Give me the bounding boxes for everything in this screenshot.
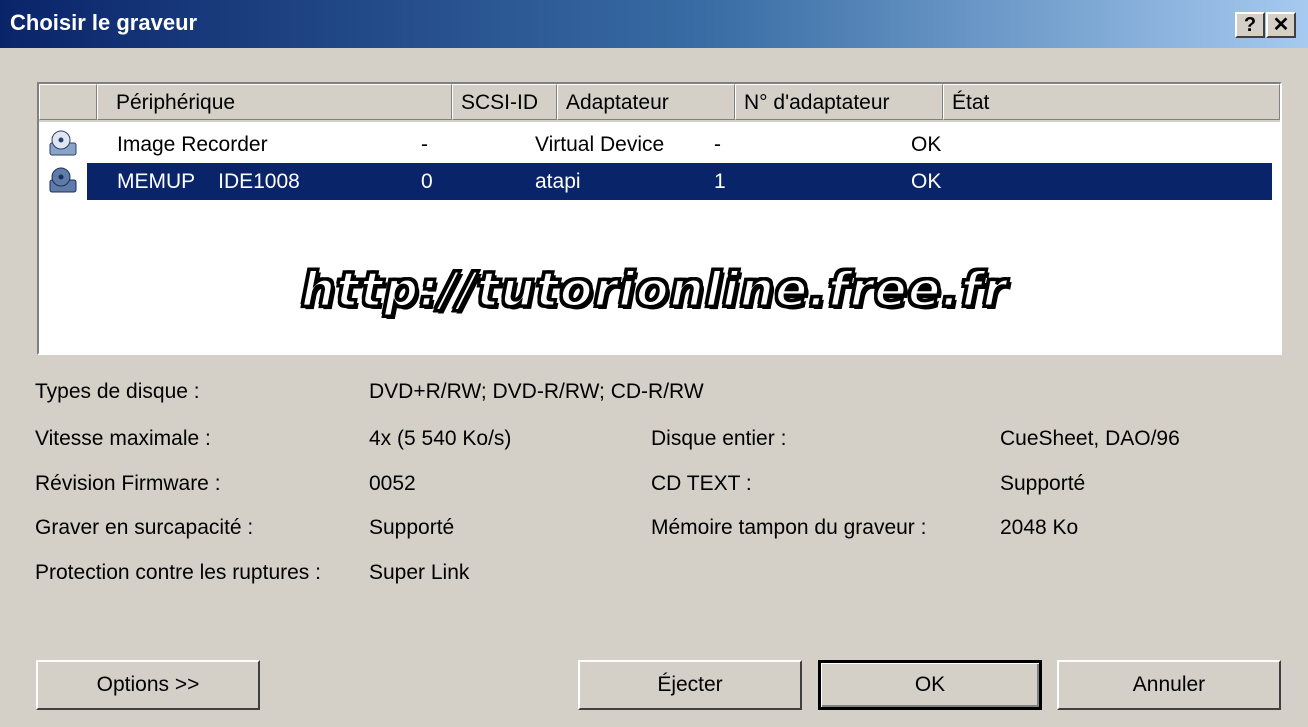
table-row[interactable]: MEMUP IDE1008 0 atapi 1 OK — [39, 163, 1280, 200]
underrun-label: Protection contre les ruptures : — [35, 561, 321, 584]
device-name: Image Recorder — [117, 133, 268, 156]
whole-disc-value: CueSheet, DAO/96 — [1000, 427, 1180, 450]
adapter-no: - — [714, 133, 721, 156]
firmware-value: 0052 — [369, 472, 416, 495]
ok-button[interactable]: OK — [818, 660, 1042, 710]
buffer-label: Mémoire tampon du graveur : — [651, 516, 927, 539]
overburn-value: Supporté — [369, 516, 455, 539]
device-name: MEMUP IDE1008 — [117, 170, 300, 193]
disc-types-label: Types de disque : — [35, 380, 200, 403]
cancel-button[interactable]: Annuler — [1057, 660, 1281, 710]
watermark: http://tutorionline.free.fr — [299, 261, 1008, 320]
header-scsi-id[interactable]: SCSI-ID — [452, 84, 557, 120]
drive-icon — [49, 167, 77, 193]
close-button[interactable]: ✕ — [1266, 12, 1296, 38]
header-device[interactable]: Périphérique — [97, 84, 452, 120]
close-icon: ✕ — [1272, 14, 1290, 36]
adapter-no: 1 — [714, 170, 726, 193]
header-adapter[interactable]: Adaptateur — [557, 84, 735, 120]
state: OK — [911, 170, 942, 193]
options-button[interactable]: Options >> — [36, 660, 260, 710]
recorder-icon — [49, 130, 77, 156]
scsi-id: 0 — [421, 170, 433, 193]
scsi-id: - — [421, 133, 428, 156]
adapter: atapi — [535, 170, 581, 193]
max-speed-value: 4x (5 540 Ko/s) — [369, 427, 512, 450]
list-header: Périphérique SCSI-ID Adaptateur N° d'ada… — [39, 84, 1280, 122]
firmware-label: Révision Firmware : — [35, 472, 221, 495]
header-adapter-no[interactable]: N° d'adaptateur — [735, 84, 943, 120]
state: OK — [911, 133, 942, 156]
max-speed-label: Vitesse maximale : — [35, 427, 211, 450]
cd-text-label: CD TEXT : — [651, 472, 752, 495]
underrun-value: Super Link — [369, 561, 470, 584]
table-row[interactable]: Image Recorder - Virtual Device - OK — [39, 126, 1280, 163]
overburn-label: Graver en surcapacité : — [35, 516, 254, 539]
window-title: Choisir le graveur — [10, 10, 198, 35]
disc-types-value: DVD+R/RW; DVD-R/RW; CD-R/RW — [369, 380, 704, 403]
help-button[interactable]: ? — [1235, 12, 1265, 38]
header-state[interactable]: État — [943, 84, 1280, 120]
adapter: Virtual Device — [535, 133, 665, 156]
buffer-value: 2048 Ko — [1000, 516, 1079, 539]
eject-button[interactable]: Éjecter — [578, 660, 802, 710]
cd-text-value: Supporté — [1000, 472, 1086, 495]
header-icon-column[interactable] — [39, 84, 97, 120]
title-bar[interactable]: Choisir le graveur ? ✕ — [0, 0, 1308, 48]
whole-disc-label: Disque entier : — [651, 427, 787, 450]
